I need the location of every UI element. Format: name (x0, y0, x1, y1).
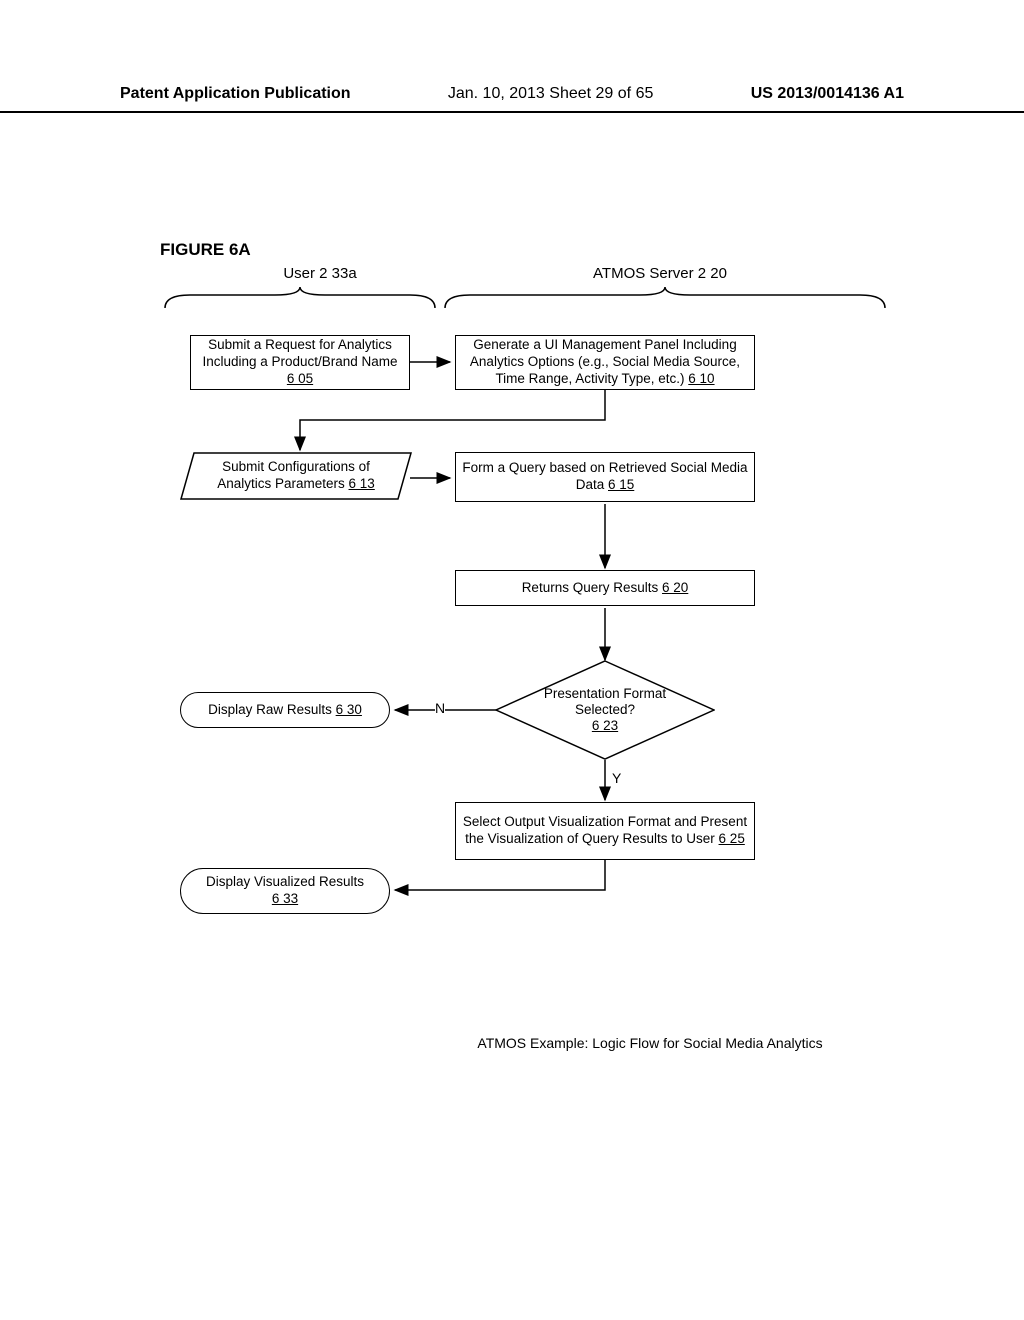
node-630-ref: 6 30 (336, 702, 362, 717)
node-625-ref: 6 25 (719, 831, 745, 846)
node-625-text: Select Output Visualization Format and P… (463, 814, 747, 846)
node-620-ref: 6 20 (662, 580, 688, 595)
header-right: US 2013/0014136 A1 (751, 85, 904, 103)
node-615-ref: 6 15 (608, 477, 634, 492)
edge-label-yes: Y (612, 770, 621, 786)
node-605-text: Submit a Request for Analytics Including… (202, 337, 397, 369)
node-623-decision: Presentation Format Selected? 6 23 (495, 660, 715, 760)
node-610-generate-panel: Generate a UI Management Panel Including… (455, 335, 755, 390)
node-633-text: Display Visualized Results (206, 874, 364, 889)
node-620-return-results: Returns Query Results 6 20 (455, 570, 755, 606)
node-630-display-raw: Display Raw Results 6 30 (180, 692, 390, 728)
brace-user (160, 285, 440, 313)
node-620-text: Returns Query Results (522, 580, 659, 595)
node-615-text: Form a Query based on Retrieved Social M… (462, 460, 747, 492)
node-630-text: Display Raw Results (208, 702, 332, 717)
node-615-form-query: Form a Query based on Retrieved Social M… (455, 452, 755, 502)
header-center: Jan. 10, 2013 Sheet 29 of 65 (448, 85, 654, 103)
page-header: Patent Application Publication Jan. 10, … (0, 85, 1024, 113)
header-left: Patent Application Publication (120, 85, 351, 103)
swimlane-user-label: User 2 33a (230, 265, 410, 282)
brace-server (440, 285, 890, 313)
node-605-submit-request: Submit a Request for Analytics Including… (190, 335, 410, 390)
figure-caption: ATMOS Example: Logic Flow for Social Med… (420, 1035, 880, 1051)
swimlane-server-label: ATMOS Server 2 20 (520, 265, 800, 282)
node-623-text: Presentation Format Selected? (544, 686, 666, 717)
node-633-ref: 6 33 (272, 891, 298, 906)
figure-title: FIGURE 6A (160, 240, 251, 260)
node-633-display-visualized: Display Visualized Results 6 33 (180, 868, 390, 914)
node-613-text: Submit Configurations of Analytics Param… (217, 459, 370, 491)
node-613-ref: 6 13 (349, 476, 375, 491)
node-625-select-output: Select Output Visualization Format and P… (455, 802, 755, 860)
edge-label-no: N (435, 700, 445, 716)
node-613-submit-config: Submit Configurations of Analytics Param… (180, 452, 412, 500)
node-623-ref: 6 23 (592, 718, 618, 733)
node-610-ref: 6 10 (688, 371, 714, 386)
node-605-ref: 6 05 (287, 371, 313, 386)
